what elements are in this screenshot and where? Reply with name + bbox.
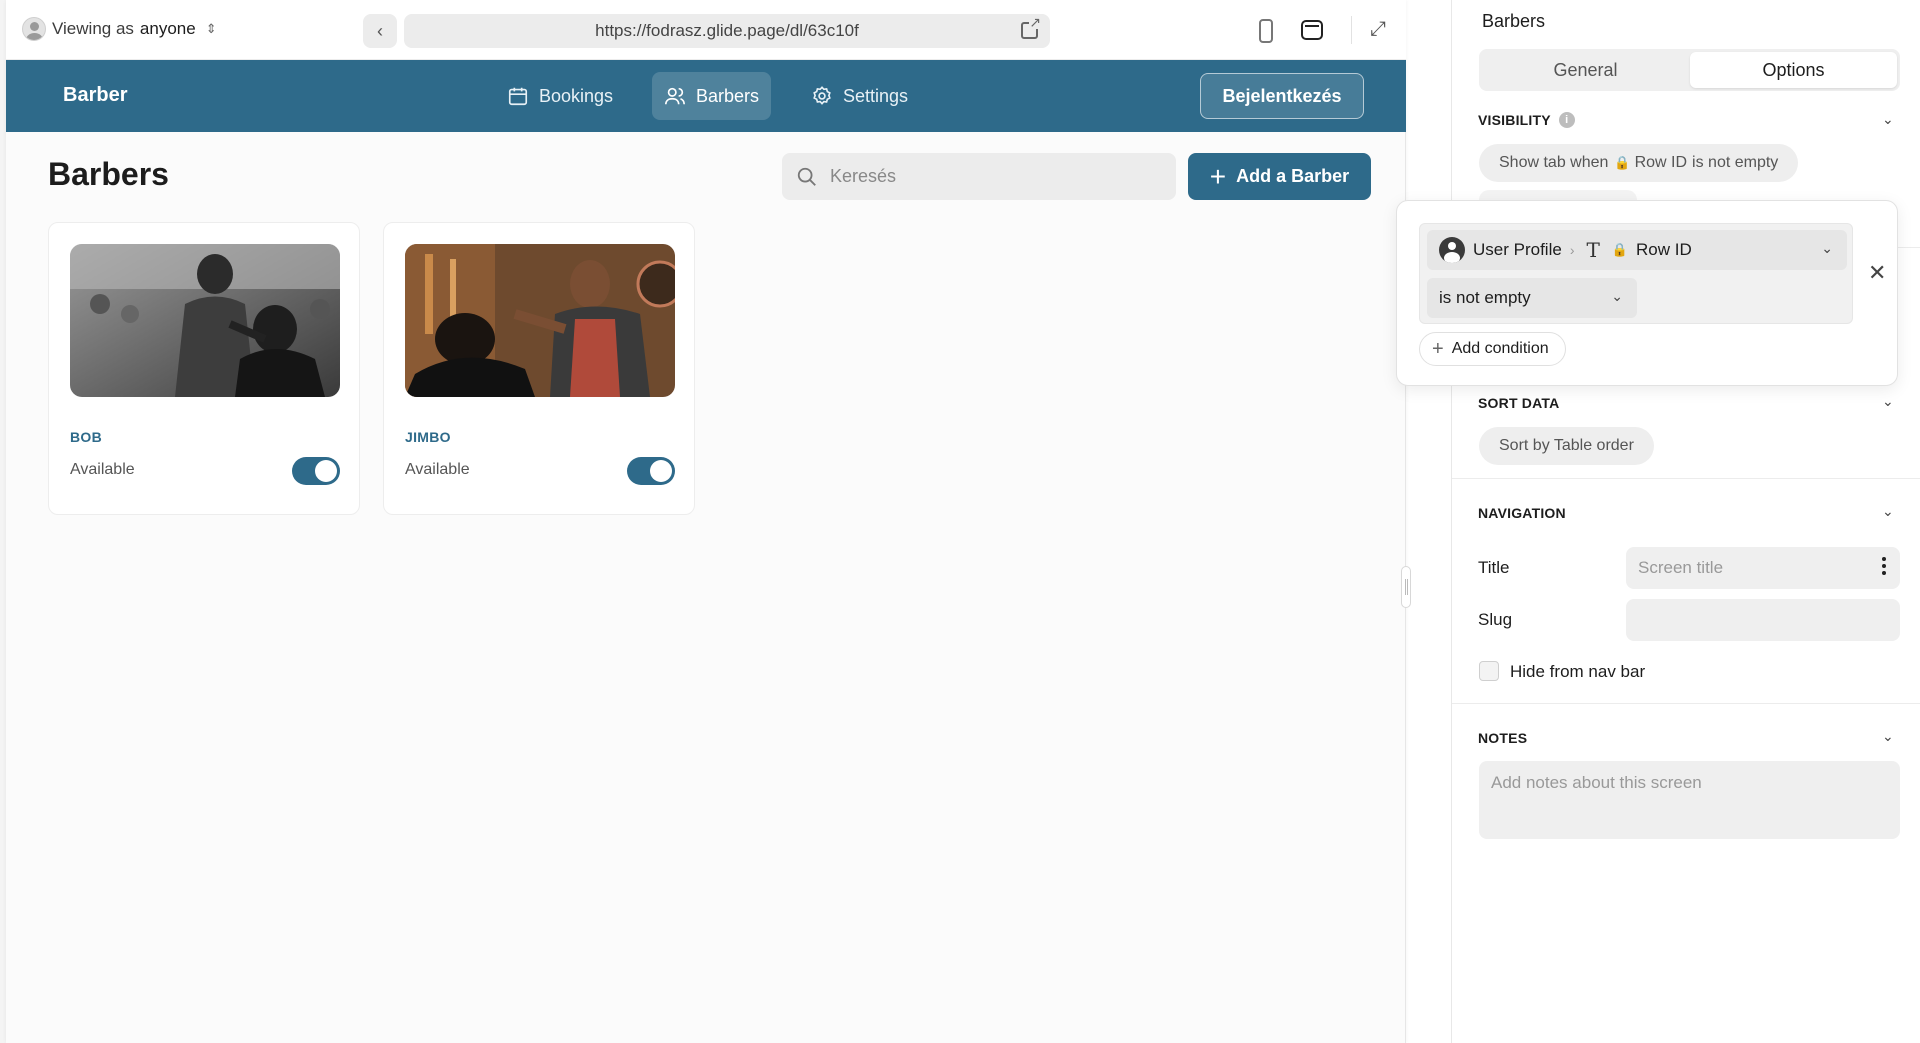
add-barber-label: Add a Barber: [1236, 166, 1350, 186]
visibility-label: VISIBILITY: [1478, 112, 1551, 128]
plus-icon: +: [1209, 160, 1227, 192]
nav-label: Settings: [843, 85, 909, 106]
condition-source: User Profile: [1473, 240, 1562, 259]
info-icon[interactable]: i: [1558, 112, 1575, 128]
hide-from-nav-checkbox[interactable]: [1479, 661, 1499, 681]
nav-label: Barbers: [696, 85, 760, 106]
expand-icon[interactable]: ⤢: [1370, 18, 1386, 41]
slug-label: Slug: [1478, 610, 1513, 629]
chip-field: Row ID: [1634, 154, 1688, 171]
nav-label: Bookings: [539, 85, 614, 106]
barber-name: BOB: [70, 429, 103, 445]
search-placeholder: Keresés: [830, 166, 897, 186]
screen-config-panel: Barbers General Options VISIBILITY i ⌄ S…: [1451, 0, 1920, 1043]
preview-toolbar: Viewing as anyone ⇕ ‹ https://fodrasz.gl…: [6, 0, 1406, 60]
search-input[interactable]: Keresés: [782, 153, 1176, 200]
condition-field-selector[interactable]: User Profile › T 🔒 Row ID ⌄: [1427, 230, 1847, 270]
user-profile-icon: [1439, 237, 1465, 263]
section-divider: [1452, 703, 1920, 704]
barber-name: JIMBO: [405, 429, 451, 445]
visibility-section-label: VISIBILITY i: [1478, 112, 1575, 128]
config-tabs: General Options: [1479, 49, 1900, 91]
notes-section-label: NOTES: [1478, 730, 1528, 746]
nav-item-barbers[interactable]: Barbers: [652, 72, 772, 120]
notes-textarea[interactable]: Add notes about this screen: [1479, 761, 1900, 839]
tab-options[interactable]: Options: [1690, 52, 1897, 88]
slug-input[interactable]: [1626, 599, 1900, 641]
sort-section-label: SORT DATA: [1478, 395, 1560, 411]
add-barber-button[interactable]: + Add a Barber: [1188, 153, 1371, 200]
sort-chip[interactable]: Sort by Table order: [1479, 427, 1654, 465]
title-label: Title: [1478, 558, 1510, 577]
tab-general[interactable]: General: [1482, 52, 1689, 88]
phone-view-icon[interactable]: [1259, 19, 1273, 43]
resize-handle[interactable]: [1401, 566, 1411, 608]
barber-photo: [405, 244, 675, 397]
app-preview: Viewing as anyone ⇕ ‹ https://fodrasz.gl…: [6, 0, 1406, 1043]
user-icon: [22, 17, 46, 41]
notes-placeholder: Add notes about this screen: [1491, 773, 1702, 792]
chevron-down-icon: ⌄: [1611, 288, 1623, 304]
viewing-as-selector[interactable]: Viewing as anyone ⇕: [22, 17, 217, 41]
visibility-condition-chip[interactable]: Show tab when 🔒 Row ID is not empty: [1479, 144, 1799, 182]
chevron-down-icon[interactable]: ⌄: [1882, 503, 1894, 520]
viewing-user: anyone: [139, 19, 196, 38]
add-condition-button[interactable]: + Add condition: [1419, 332, 1566, 366]
app-brand: Barber: [63, 84, 128, 106]
navigation-section-label: NAVIGATION: [1478, 505, 1566, 521]
chevron-down-icon[interactable]: ⌄: [1882, 111, 1894, 128]
availability-toggle[interactable]: [292, 457, 340, 485]
tablet-view-icon[interactable]: [1301, 20, 1323, 40]
viewing-prefix: Viewing as: [52, 19, 134, 38]
barber-status: Available: [405, 461, 470, 478]
barber-status: Available: [70, 461, 135, 478]
open-external-icon[interactable]: [1021, 15, 1042, 39]
nav-item-bookings[interactable]: Bookings: [495, 72, 625, 120]
chevron-right-icon: ›: [1569, 242, 1575, 258]
chip-suffix: is not empty: [1692, 154, 1779, 171]
lock-icon: 🔒: [1611, 242, 1629, 257]
barber-card[interactable]: BOB Available: [48, 222, 360, 515]
condition-field: Row ID: [1636, 240, 1692, 259]
chevron-down-icon[interactable]: ⌄: [1882, 393, 1894, 410]
lock-icon: 🔒: [1614, 155, 1631, 170]
barber-photo-jimbo: [405, 244, 675, 397]
nav-item-settings[interactable]: Settings: [799, 72, 920, 120]
search-icon: [797, 167, 816, 186]
text-type-icon: T: [1586, 238, 1600, 262]
login-button[interactable]: Bejelentkezés: [1200, 73, 1364, 119]
url-text: https://fodrasz.glide.page/dl/63c10f: [595, 21, 859, 40]
chevron-down-icon[interactable]: ⌄: [1882, 728, 1894, 745]
chip-prefix: Show tab when: [1499, 154, 1609, 171]
availability-toggle[interactable]: [627, 457, 675, 485]
chevron-down-icon: ⌄: [1821, 240, 1833, 256]
panel-title: Barbers: [1482, 11, 1546, 31]
app-navbar: Barber Bookings Barbers Settings Bejelen…: [6, 60, 1406, 132]
back-button[interactable]: ‹: [363, 14, 397, 48]
condition-operator: is not empty: [1439, 288, 1531, 307]
barber-photo: [70, 244, 340, 397]
screen-title-input[interactable]: Screen title: [1626, 547, 1900, 589]
url-bar[interactable]: https://fodrasz.glide.page/dl/63c10f: [404, 14, 1050, 48]
add-condition-label: Add condition: [1451, 340, 1549, 357]
calendar-icon: [508, 87, 528, 106]
screen-title-placeholder: Screen title: [1638, 558, 1724, 577]
users-icon: [665, 87, 685, 105]
barber-photo-bob: [70, 244, 340, 397]
condition-popover: User Profile › T 🔒 Row ID ⌄ is not empty…: [1396, 200, 1898, 386]
plus-icon: +: [1432, 338, 1444, 360]
section-divider: [1452, 478, 1920, 479]
hide-from-nav-label: Hide from nav bar: [1510, 662, 1646, 681]
chevron-updown-icon: ⇕: [205, 21, 217, 36]
condition-group: User Profile › T 🔒 Row ID ⌄ is not empty…: [1419, 223, 1853, 324]
page-title: Barbers: [48, 156, 169, 192]
condition-operator-select[interactable]: is not empty ⌄: [1427, 278, 1637, 318]
close-icon[interactable]: ✕: [1868, 260, 1886, 286]
toolbar-divider: [1351, 16, 1352, 44]
more-options-icon[interactable]: [1882, 557, 1886, 578]
gear-icon: [813, 86, 831, 105]
barber-card[interactable]: JIMBO Available: [383, 222, 695, 515]
